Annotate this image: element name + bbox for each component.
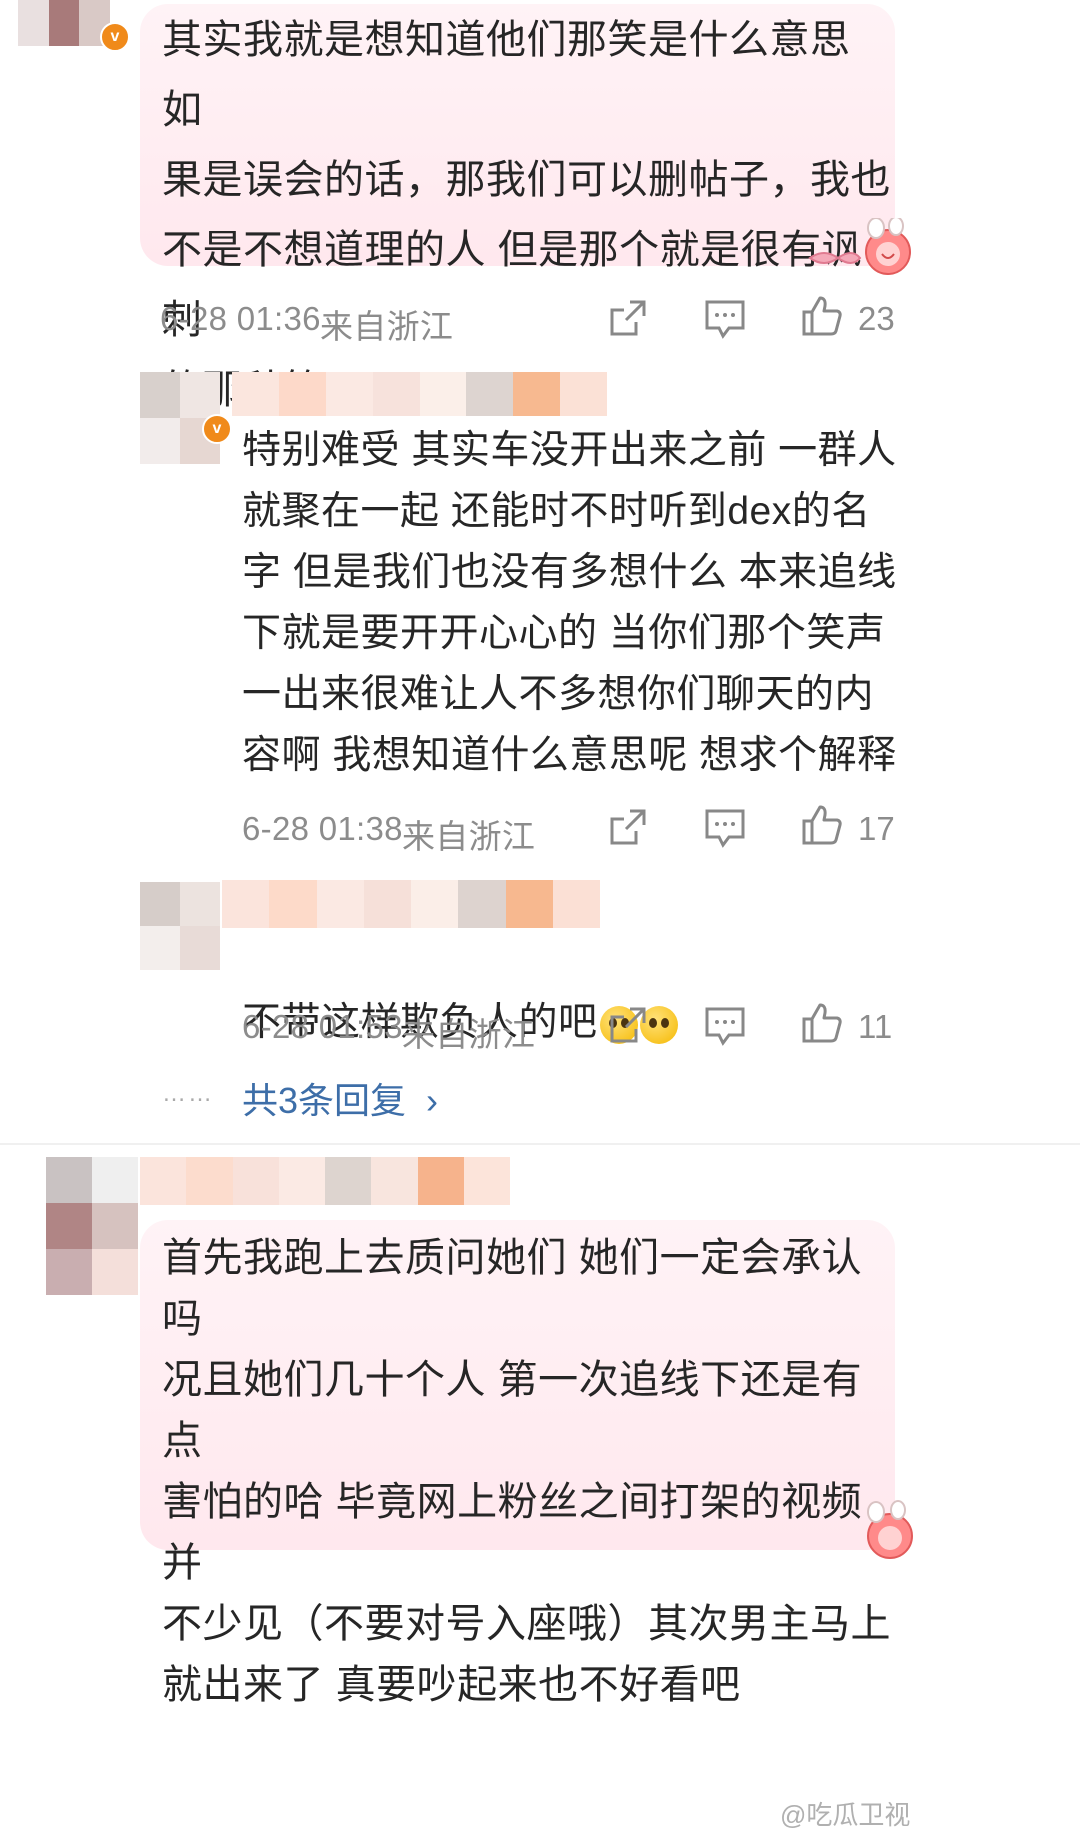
like-count: 11: [858, 1008, 893, 1045]
chevron-right-icon: ›: [426, 1080, 439, 1121]
verified-badge: v: [202, 414, 232, 444]
like-icon[interactable]: [800, 294, 844, 338]
more-replies-label: 共3条回复: [242, 1080, 407, 1121]
reply-username[interactable]: [232, 372, 607, 416]
comment-icon[interactable]: [703, 1003, 747, 1047]
divider: [0, 1143, 1080, 1145]
like-count: 23: [858, 300, 895, 337]
more-replies-dots: ……: [162, 1080, 214, 1107]
reply-text: 特别难受 其实车没开出来之前 一群人 就聚在一起 还能时不时听到dex的名 字 …: [242, 429, 897, 777]
avatar[interactable]: [46, 1157, 138, 1295]
comment-icon[interactable]: [703, 296, 747, 340]
verified-badge: v: [100, 22, 130, 52]
comment-location: 来自浙江: [320, 308, 454, 345]
comment-time: 6-28 01:36: [160, 300, 321, 337]
reply-time: 6-28 01:53: [242, 1008, 403, 1045]
username[interactable]: [140, 1157, 510, 1205]
reply-avatar[interactable]: [140, 882, 220, 970]
like-icon[interactable]: [800, 1001, 844, 1045]
like-count: 17: [858, 810, 895, 847]
bunny-apple-sticker: [808, 218, 911, 275]
reply-time: 6-28 01:38: [242, 810, 403, 847]
share-icon[interactable]: [606, 805, 650, 849]
more-replies-link[interactable]: 共3条回复 ›: [242, 1072, 438, 1124]
comment-text: 其实我就是想知道他们那笑是什么意思 如 果是误会的话，那我们可以删帖子，我也 不…: [162, 18, 891, 412]
share-icon[interactable]: [606, 1003, 650, 1047]
comment-text: 首先我跑上去质问她们 她们一定会承认吗 况且她们几十个人 第一次追线下还是有点 …: [162, 1236, 891, 1707]
bunny-apple-sticker: [867, 1500, 913, 1559]
share-icon[interactable]: [606, 296, 650, 340]
reply-location: 来自浙江: [402, 1016, 536, 1053]
avatar[interactable]: [18, 0, 110, 46]
comment-icon[interactable]: [703, 805, 747, 849]
reply-location: 来自浙江: [402, 818, 536, 855]
like-icon[interactable]: [800, 803, 844, 847]
watermark: @吃瓜卫视: [780, 1800, 911, 1830]
